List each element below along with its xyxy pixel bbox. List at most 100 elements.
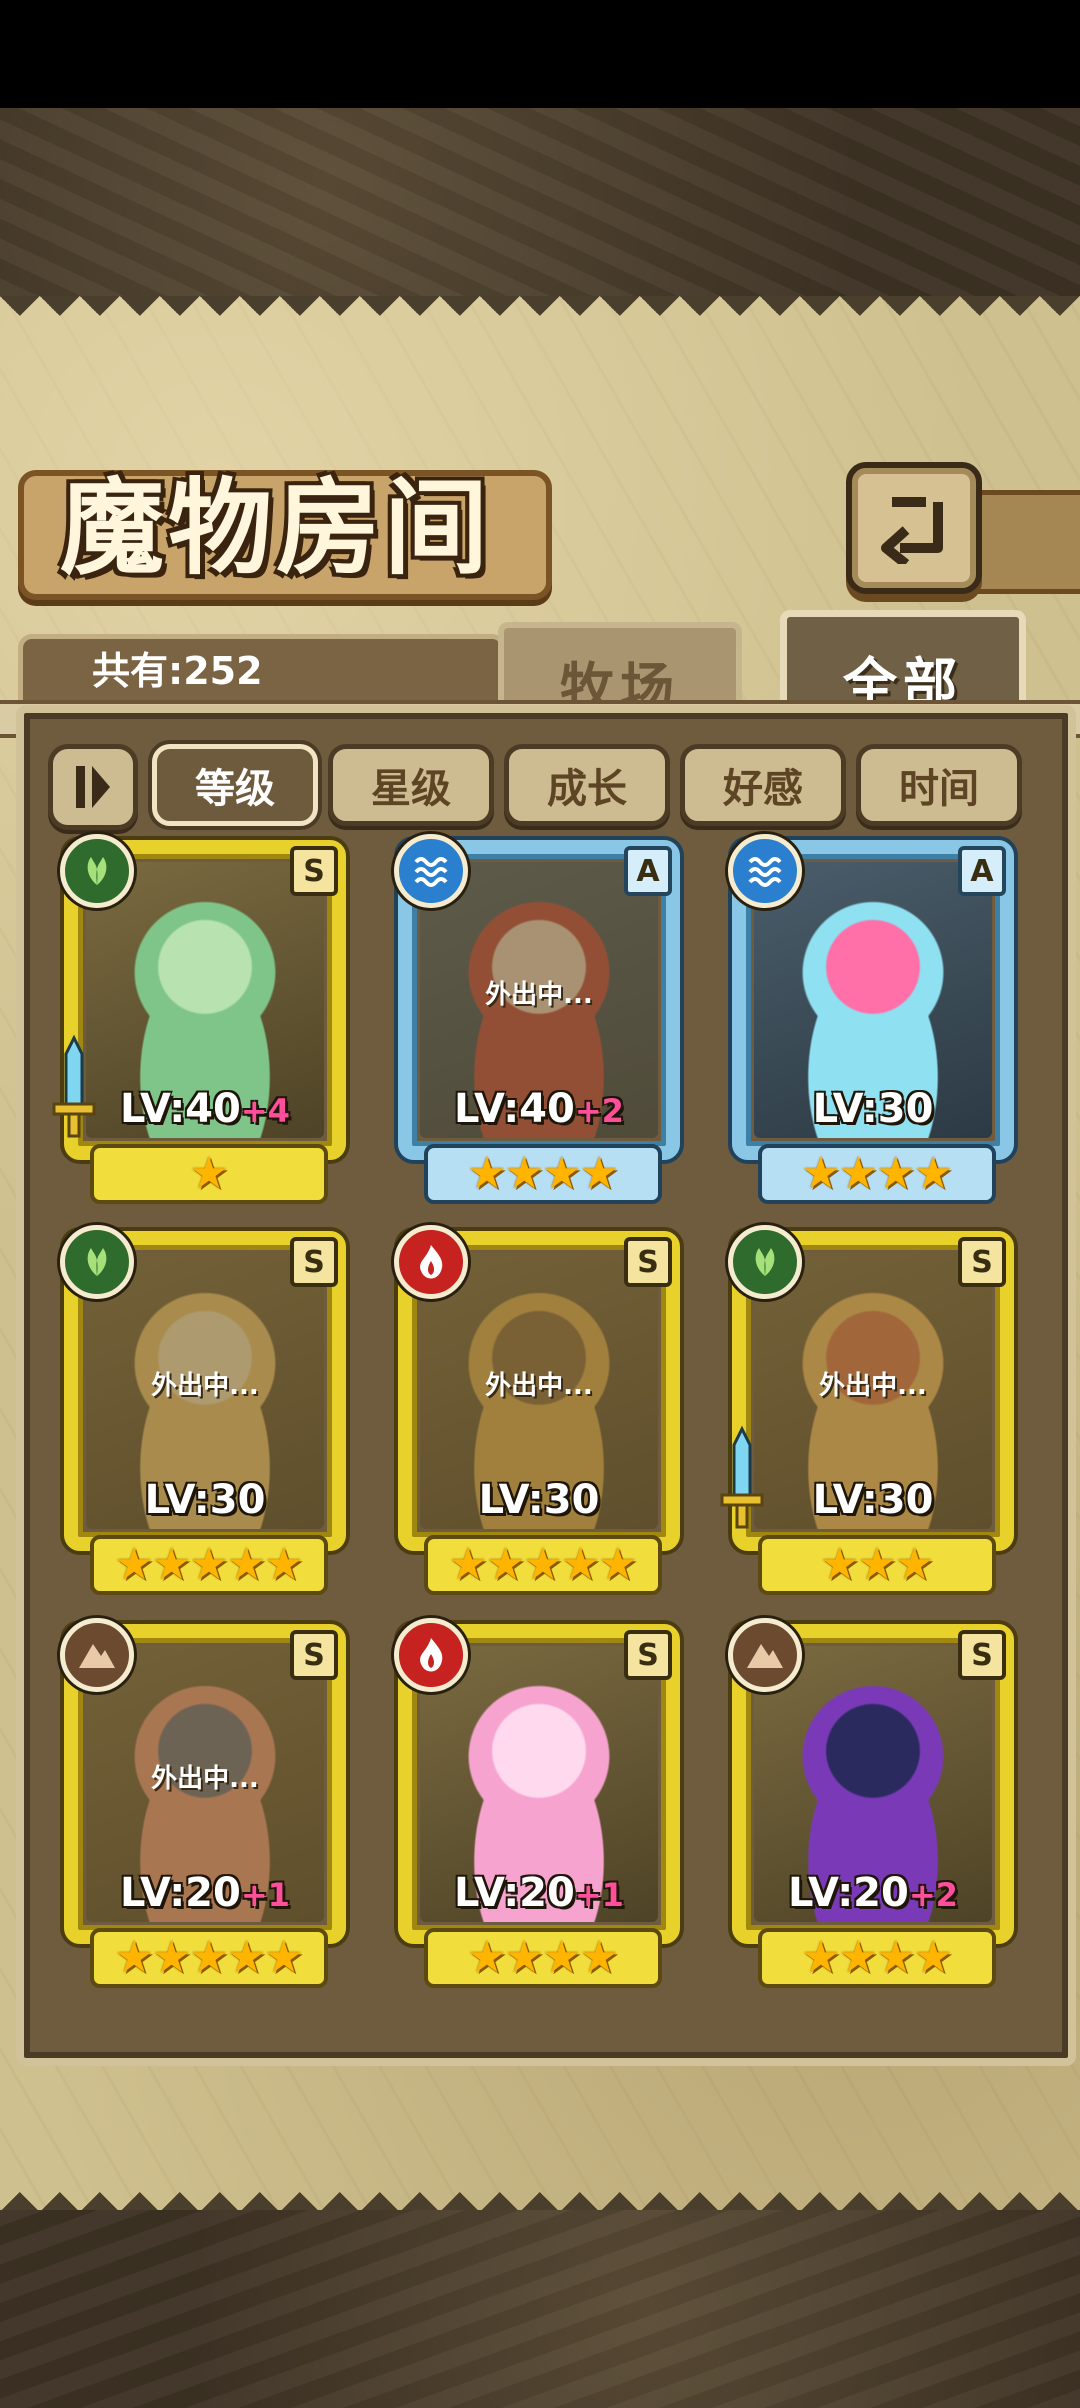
- level-bonus: +1: [240, 1876, 290, 1914]
- leaf-element-icon: [60, 834, 134, 908]
- rank-badge: S: [290, 1630, 338, 1680]
- star-icon: ★: [264, 1539, 304, 1590]
- away-status: 外出中...: [819, 1371, 927, 1401]
- monster-level: LV:30: [478, 1477, 600, 1523]
- monster-card[interactable]: LV:30 ★ ★ ★ ★ A: [718, 834, 1028, 1204]
- earth-element-icon: [60, 1618, 134, 1692]
- star-icon: ★: [523, 1539, 563, 1590]
- water-element-icon: [728, 834, 802, 908]
- star-rating: ★ ★ ★ ★: [758, 1144, 996, 1204]
- star-icon: ★: [114, 1932, 154, 1983]
- filter-growth[interactable]: 成长: [504, 744, 670, 826]
- star-icon: ★: [801, 1148, 841, 1199]
- star-icon: ★: [151, 1539, 192, 1590]
- away-status: 外出中...: [151, 1371, 259, 1401]
- star-icon: ★: [189, 1539, 229, 1590]
- star-icon: ★: [467, 1932, 507, 1983]
- star-rating: ★ ★ ★: [758, 1535, 996, 1595]
- star-icon: ★: [504, 1148, 544, 1199]
- rank-badge: S: [624, 1237, 672, 1287]
- footer-background: [0, 2210, 1080, 2408]
- star-icon: ★: [560, 1539, 601, 1590]
- star-rating: ★ ★ ★ ★: [424, 1144, 662, 1204]
- rank-badge: S: [624, 1630, 672, 1680]
- monster-card[interactable]: 外出中... LV:30 ★ ★ ★ S: [718, 1225, 1028, 1595]
- monster-level: LV:30: [812, 1477, 934, 1523]
- earth-element-icon: [728, 1618, 802, 1692]
- star-icon: ★: [838, 1932, 878, 1983]
- star-icon: ★: [819, 1539, 860, 1590]
- away-status: 外出中...: [485, 1371, 593, 1401]
- star-icon: ★: [264, 1932, 304, 1983]
- away-status: 外出中...: [151, 1764, 259, 1794]
- rank-badge: A: [958, 846, 1006, 896]
- monster-card[interactable]: LV:40+4 ★ S: [50, 834, 360, 1204]
- star-rating: ★ ★ ★ ★: [424, 1928, 662, 1988]
- page-title: 魔物房间: [60, 467, 493, 589]
- level-bonus: +4: [240, 1092, 290, 1130]
- star-icon: ★: [801, 1932, 841, 1983]
- monster-card[interactable]: 外出中... LV:30 ★ ★ ★ ★ ★ S: [50, 1225, 360, 1595]
- monster-card[interactable]: 外出中... LV:30 ★ ★ ★ ★ ★ S: [384, 1225, 694, 1595]
- rank-badge: A: [624, 846, 672, 896]
- sort-toggle-icon: [76, 766, 110, 808]
- leaf-element-icon: [60, 1225, 134, 1299]
- torn-edge-bottom: [0, 2172, 1080, 2212]
- star-rating: ★ ★ ★ ★: [758, 1928, 996, 1988]
- monster-level: LV:30: [812, 1086, 934, 1132]
- filter-affection[interactable]: 好感: [680, 744, 846, 826]
- monster-level: LV:20+2: [788, 1870, 958, 1916]
- level-bonus: +1: [574, 1876, 624, 1914]
- star-rating: ★: [90, 1144, 328, 1204]
- water-element-icon: [394, 834, 468, 908]
- status-bar: [0, 0, 1080, 108]
- torn-edge-top: [0, 296, 1080, 336]
- monster-level: LV:40+4: [120, 1086, 290, 1132]
- level-bonus: +2: [908, 1876, 958, 1914]
- star-icon: ★: [542, 1148, 582, 1199]
- star-icon: ★: [579, 1932, 619, 1983]
- monster-level: LV:40+2: [454, 1086, 624, 1132]
- fire-element-icon: [394, 1618, 468, 1692]
- monster-level: LV:30: [144, 1477, 266, 1523]
- star-rating: ★ ★ ★ ★ ★: [90, 1928, 328, 1988]
- rank-badge: S: [290, 1237, 338, 1287]
- filter-level[interactable]: 等级: [152, 744, 318, 826]
- star-icon: ★: [485, 1539, 526, 1590]
- star-rating: ★ ★ ★ ★ ★: [90, 1535, 328, 1595]
- return-arrow-icon: [881, 497, 943, 564]
- monster-card[interactable]: LV:20+2 ★ ★ ★ ★ S: [718, 1618, 1028, 1988]
- monster-card[interactable]: LV:20+1 ★ ★ ★ ★ S: [384, 1618, 694, 1988]
- star-icon: ★: [467, 1148, 507, 1199]
- rank-badge: S: [958, 1630, 1006, 1680]
- star-icon: ★: [913, 1932, 953, 1983]
- star-icon: ★: [189, 1148, 229, 1199]
- star-rating: ★ ★ ★ ★ ★: [424, 1535, 662, 1595]
- filter-stars[interactable]: 星级: [328, 744, 494, 826]
- star-icon: ★: [876, 1148, 916, 1199]
- star-icon: ★: [913, 1148, 953, 1199]
- star-icon: ★: [857, 1539, 897, 1590]
- star-icon: ★: [448, 1539, 488, 1590]
- star-icon: ★: [542, 1932, 582, 1983]
- monster-count: 共有:252: [92, 649, 263, 693]
- star-icon: ★: [894, 1539, 935, 1590]
- star-icon: ★: [226, 1932, 267, 1983]
- monster-level: LV:20+1: [454, 1870, 624, 1916]
- filter-time[interactable]: 时间: [856, 744, 1022, 826]
- star-icon: ★: [838, 1148, 878, 1199]
- back-rail: [970, 490, 1080, 594]
- sort-order-toggle[interactable]: [48, 744, 138, 830]
- star-icon: ★: [598, 1539, 638, 1590]
- back-button[interactable]: [846, 462, 982, 594]
- rank-badge: S: [958, 1237, 1006, 1287]
- fire-element-icon: [394, 1225, 468, 1299]
- monster-level: LV:20+1: [120, 1870, 290, 1916]
- level-bonus: +2: [574, 1092, 624, 1130]
- star-icon: ★: [504, 1932, 544, 1983]
- star-icon: ★: [876, 1932, 916, 1983]
- monster-card[interactable]: 外出中... LV:20+1 ★ ★ ★ ★ ★ S: [50, 1618, 360, 1988]
- away-status: 外出中...: [485, 980, 593, 1010]
- monster-card[interactable]: 外出中... LV:40+2 ★ ★ ★ ★ A: [384, 834, 694, 1204]
- star-icon: ★: [579, 1148, 619, 1199]
